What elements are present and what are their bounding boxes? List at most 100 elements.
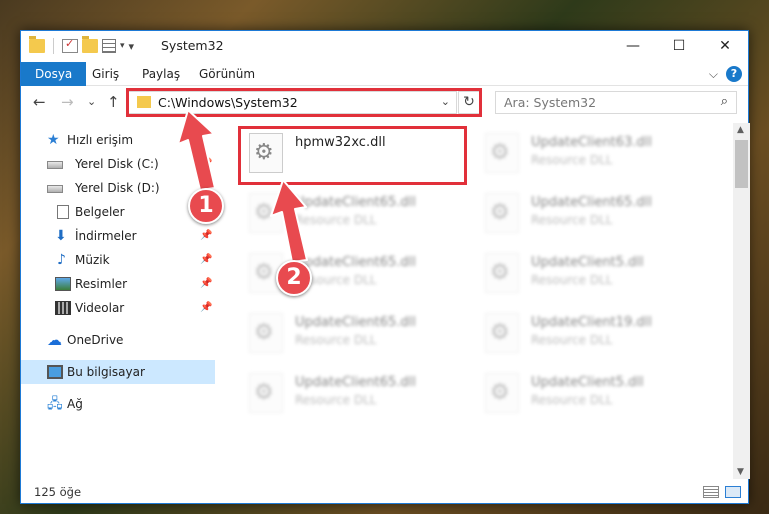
- file-item[interactable]: ⚙ UpdateClient63.dll Resource DLL: [479, 127, 699, 179]
- expand-ribbon-icon[interactable]: ⌵: [709, 67, 718, 82]
- sidebar-item-label: Videolar: [75, 301, 125, 315]
- large-icons-view-icon[interactable]: [725, 486, 741, 498]
- file-name: UpdateClient65.dll: [295, 375, 416, 390]
- file-name: UpdateClient19.dll: [531, 315, 652, 330]
- view-options-icon[interactable]: [102, 39, 116, 53]
- sidebar-item-local-disk-c[interactable]: Yerel Disk (C:) 📌: [21, 152, 215, 176]
- file-type: Resource DLL: [531, 273, 613, 287]
- dll-file-icon: ⚙: [485, 373, 519, 413]
- tab-dosya[interactable]: Dosya: [21, 62, 87, 86]
- file-item[interactable]: ⚙ UpdateClient65.dll Resource DLL: [479, 187, 699, 239]
- search-input[interactable]: Ara: System32 ⌕: [495, 91, 737, 114]
- sidebar-item-pictures[interactable]: Resimler 📌: [21, 272, 215, 296]
- file-name: UpdateClient5.dll: [531, 255, 644, 270]
- gear-icon: ⚙: [490, 260, 510, 285]
- disk-icon: [47, 161, 63, 169]
- sidebar-item-label: Hızlı erişim: [67, 133, 134, 147]
- search-placeholder: Ara: System32: [504, 95, 597, 110]
- gear-icon: ⚙: [254, 200, 274, 225]
- window-title: System32: [161, 38, 224, 53]
- recent-locations-button[interactable]: ⌄: [87, 95, 96, 108]
- sidebar-item-this-pc[interactable]: Bu bilgisayar: [21, 360, 215, 384]
- gear-icon: ⚙: [490, 140, 510, 165]
- ribbon-controls: ⌵ ?: [709, 66, 742, 82]
- customize-toolbar-chevron-icon[interactable]: ▾: [120, 41, 125, 51]
- gear-icon: ⚙: [490, 320, 510, 345]
- cloud-icon: ☁: [47, 331, 62, 349]
- gear-icon: ⚙: [254, 260, 274, 285]
- sidebar-item-local-disk-d[interactable]: Yerel Disk (D:) 📌: [21, 176, 215, 200]
- pictures-icon: [55, 277, 71, 291]
- tab-paylas[interactable]: Paylaş: [142, 62, 180, 86]
- file-name: UpdateClient63.dll: [531, 135, 652, 150]
- file-item[interactable]: ⚙ UpdateClient65.dll Resource DLL: [243, 307, 463, 359]
- minimize-button[interactable]: —: [610, 31, 656, 61]
- sidebar-item-network[interactable]: 🖧 Ağ: [21, 392, 215, 416]
- sidebar-item-videos[interactable]: Videolar 📌: [21, 296, 215, 320]
- sidebar-item-downloads[interactable]: ⬇ İndirmeler 📌: [21, 224, 215, 248]
- file-name: UpdateClient65.dll: [295, 315, 416, 330]
- file-type: Resource DLL: [295, 213, 377, 227]
- sidebar-item-label: İndirmeler: [75, 229, 137, 243]
- properties-icon[interactable]: [62, 37, 78, 53]
- pin-icon[interactable]: 📌: [200, 272, 212, 296]
- dll-file-icon: ⚙: [249, 193, 283, 233]
- gear-icon: ⚙: [254, 380, 274, 405]
- scroll-down-icon[interactable]: ▼: [737, 467, 744, 477]
- forward-button[interactable]: →: [61, 93, 74, 111]
- dll-file-icon: ⚙: [485, 193, 519, 233]
- toolbar-divider: [53, 38, 54, 54]
- pin-icon[interactable]: 📌: [200, 224, 212, 248]
- tab-giris[interactable]: Giriş: [92, 62, 119, 86]
- pin-icon[interactable]: 📌: [200, 152, 212, 176]
- gear-icon: ⚙: [490, 380, 510, 405]
- sidebar-item-music[interactable]: ♪ Müzik 📌: [21, 248, 215, 272]
- file-type: Resource DLL: [531, 393, 613, 407]
- file-item[interactable]: ⚙ UpdateClient65.dll Resource DLL: [243, 187, 463, 239]
- pin-icon[interactable]: 📌: [200, 296, 212, 320]
- star-icon: ★: [47, 132, 60, 148]
- close-button[interactable]: ✕: [702, 31, 748, 61]
- document-icon: [57, 205, 69, 219]
- dll-file-icon: ⚙: [485, 133, 519, 173]
- folder-icon[interactable]: [29, 36, 45, 53]
- file-name: UpdateClient65.dll: [531, 195, 652, 210]
- disk-icon: [47, 185, 63, 193]
- scrollbar-thumb[interactable]: [735, 140, 748, 188]
- back-button[interactable]: ←: [33, 93, 46, 111]
- up-button[interactable]: ↑: [107, 93, 120, 111]
- sidebar-item-documents[interactable]: Belgeler 📌: [21, 200, 215, 224]
- file-item[interactable]: ⚙ UpdateClient19.dll Resource DLL: [479, 307, 699, 359]
- new-folder-icon[interactable]: [82, 36, 98, 53]
- file-item[interactable]: ⚙ UpdateClient65.dll Resource DLL: [243, 367, 463, 419]
- videos-icon: [55, 301, 71, 315]
- file-type: Resource DLL: [531, 213, 613, 227]
- file-type: Resource DLL: [295, 393, 377, 407]
- sidebar-item-label: Ağ: [67, 397, 83, 411]
- sidebar-item-onedrive[interactable]: ☁ OneDrive: [21, 328, 215, 352]
- file-highlight-box: [238, 126, 467, 185]
- pin-icon[interactable]: 📌: [200, 248, 212, 272]
- details-view-icon[interactable]: [703, 486, 719, 498]
- maximize-button[interactable]: ☐: [656, 31, 702, 61]
- quick-access-dropdown-icon[interactable]: ▾: [129, 40, 135, 53]
- sidebar-item-label: OneDrive: [67, 333, 124, 347]
- search-icon[interactable]: ⌕: [721, 94, 728, 109]
- dll-file-icon: ⚙: [249, 313, 283, 353]
- gear-icon: ⚙: [490, 200, 510, 225]
- dll-file-icon: ⚙: [249, 373, 283, 413]
- item-count: 125 öğe: [34, 485, 82, 499]
- vertical-scrollbar[interactable]: ▲ ▼: [733, 123, 750, 479]
- file-name: UpdateClient65.dll: [295, 255, 416, 270]
- scroll-up-icon[interactable]: ▲: [737, 125, 744, 135]
- file-item[interactable]: ⚙ UpdateClient5.dll Resource DLL: [479, 247, 699, 299]
- computer-icon: [47, 365, 63, 379]
- file-item[interactable]: ⚙ UpdateClient5.dll Resource DLL: [479, 367, 699, 419]
- tab-gorunum[interactable]: Görünüm: [199, 62, 255, 86]
- file-name: UpdateClient65.dll: [295, 195, 416, 210]
- step-1-badge: 1: [188, 188, 224, 224]
- sidebar-item-label: Resimler: [75, 277, 128, 291]
- navigation-pane: ★ Hızlı erişim Yerel Disk (C:) 📌 Yerel D…: [21, 126, 215, 466]
- help-icon[interactable]: ?: [726, 66, 742, 82]
- sidebar-item-quick-access[interactable]: ★ Hızlı erişim: [21, 128, 215, 152]
